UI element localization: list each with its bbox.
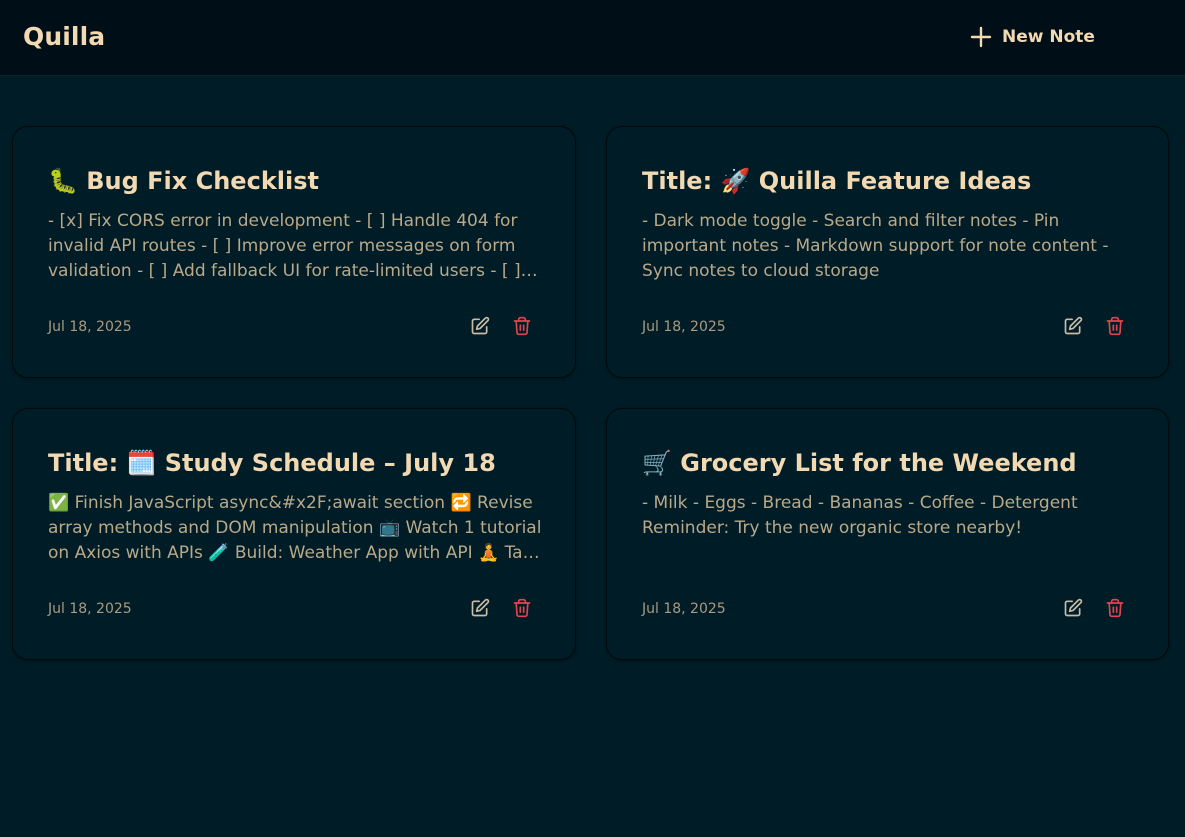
- note-title: 🛒 Grocery List for the Weekend: [642, 449, 1077, 477]
- trash-icon[interactable]: [1104, 315, 1126, 337]
- note-actions: [1062, 315, 1126, 337]
- note-content: ✅ Finish JavaScript async&#x2F;await sec…: [48, 493, 543, 563]
- note-content: - Dark mode toggle - Search and filter n…: [642, 211, 1109, 281]
- note-title: 🐛 Bug Fix Checklist: [48, 167, 319, 195]
- top-navbar: Quilla New Note: [0, 0, 1185, 76]
- note-date: Jul 18, 2025: [48, 319, 132, 335]
- app-logo[interactable]: Quilla: [23, 22, 105, 51]
- note-card[interactable]: 🐛 Bug Fix Checklist - [x] Fix CORS error…: [12, 126, 576, 378]
- new-note-label: New Note: [1002, 27, 1095, 47]
- note-date: Jul 18, 2025: [48, 601, 132, 617]
- note-date: Jul 18, 2025: [642, 601, 726, 617]
- note-actions: [469, 315, 533, 337]
- note-content: - [x] Fix CORS error in development - [ …: [48, 211, 521, 281]
- note-card[interactable]: Title: 🗓️ Study Schedule – July 18 ✅ Fin…: [12, 408, 576, 660]
- note-content: - Milk - Eggs - Bread - Bananas - Coffee…: [642, 493, 1078, 538]
- trash-icon[interactable]: [511, 315, 533, 337]
- note-actions: [1062, 597, 1126, 619]
- plus-icon: [970, 26, 992, 48]
- note-date: Jul 18, 2025: [642, 319, 726, 335]
- trash-icon[interactable]: [511, 597, 533, 619]
- edit-icon[interactable]: [469, 597, 491, 619]
- notes-grid: 🐛 Bug Fix Checklist - [x] Fix CORS error…: [12, 126, 1169, 660]
- note-title: Title: 🗓️ Study Schedule – July 18: [48, 449, 496, 477]
- note-actions: [469, 597, 533, 619]
- note-title: Title: 🚀 Quilla Feature Ideas: [642, 167, 1032, 195]
- trash-icon[interactable]: [1104, 597, 1126, 619]
- new-note-button[interactable]: New Note: [956, 18, 1109, 56]
- note-card[interactable]: 🛒 Grocery List for the Weekend - Milk - …: [606, 408, 1169, 660]
- edit-icon[interactable]: [1062, 597, 1084, 619]
- note-card[interactable]: Title: 🚀 Quilla Feature Ideas - Dark mod…: [606, 126, 1169, 378]
- edit-icon[interactable]: [1062, 315, 1084, 337]
- edit-icon[interactable]: [469, 315, 491, 337]
